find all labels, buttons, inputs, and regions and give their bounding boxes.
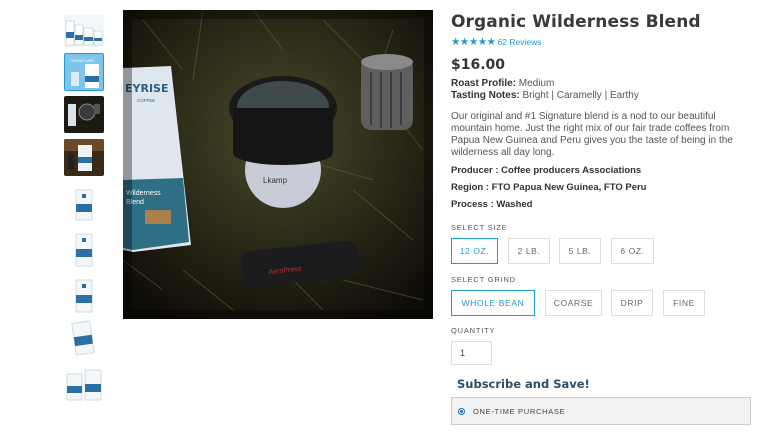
rating-row: ★★★★★ 62 Reviews [451, 36, 756, 48]
one-time-purchase-option[interactable]: ONE-TIME PURCHASE [451, 397, 751, 425]
quantity-label: QUANTITY [451, 326, 496, 335]
thumbnail-8[interactable] [64, 318, 104, 356]
thumbnail-image [64, 186, 104, 222]
product-price: $16.00 [451, 57, 506, 73]
thumbnail-9[interactable] [64, 364, 104, 402]
svg-text:Lkamp: Lkamp [263, 176, 288, 185]
product-details: Organic Wilderness Blend ★★★★★ 62 Review… [451, 10, 756, 425]
roast-profile: Roast Profile: Medium [451, 78, 756, 90]
thumbnail-4[interactable] [64, 139, 104, 176]
thumbnail-image [64, 15, 104, 47]
thumbnail-image [64, 96, 104, 133]
thumbnail-7[interactable] [64, 276, 104, 314]
subscribe-heading: Subscribe and Save! [457, 377, 590, 391]
product-title: Organic Wilderness Blend [451, 12, 701, 32]
tasting-notes-value: Bright | Caramelly | Earthy [519, 90, 639, 101]
reviews-link[interactable]: 62 Reviews [498, 37, 542, 47]
thumbnail-image [64, 276, 104, 314]
grind-option-fine[interactable]: FINE [663, 290, 705, 316]
star-rating-icon: ★★★★★ [451, 36, 496, 48]
thumbnail-image [64, 364, 104, 402]
one-time-purchase-label: ONE-TIME PURCHASE [473, 406, 566, 416]
thumbnail-1[interactable] [64, 15, 104, 47]
roast-profile-label: Roast Profile: [451, 78, 517, 89]
producer-info: Producer : Coffee producers Associations [451, 165, 642, 176]
thumbnail-image [64, 230, 104, 268]
select-grind-label: SELECT GRIND [451, 275, 516, 284]
product-description: Our original and #1 Signature blend is a… [451, 111, 733, 158]
select-size-label: SELECT SIZE [451, 223, 508, 232]
size-option-5lb[interactable]: 5 LB. [559, 238, 601, 264]
svg-text:COFFEE: COFFEE [137, 98, 155, 103]
quantity-input[interactable]: 1 [451, 341, 492, 365]
thumbnail-3[interactable] [64, 96, 104, 133]
grind-option-drip[interactable]: DRIP [611, 290, 653, 316]
region-info: Region : FTO Papua New Guinea, FTO Peru [451, 182, 647, 193]
thumbnail-image [64, 318, 104, 356]
size-options: 12 OZ. 2 LB. 5 LB. 6 OZ. [451, 238, 756, 264]
roast-profile-value: Medium [516, 78, 555, 89]
grind-option-coarse[interactable]: COARSE [545, 290, 602, 316]
grind-option-whole-bean[interactable]: WHOLE BEAN [451, 290, 535, 316]
radio-selected-icon[interactable] [458, 407, 465, 415]
thumbnail-6[interactable] [64, 230, 104, 268]
tasting-notes-label: Tasting Notes: [451, 90, 520, 101]
thumbnail-2[interactable]: SIGNATURE [64, 53, 104, 91]
thumbnail-5[interactable] [64, 186, 104, 222]
thumbnail-image: SIGNATURE [65, 54, 103, 90]
grind-options: WHOLE BEAN COARSE DRIP FINE [451, 290, 756, 316]
svg-text:SIGNATURE: SIGNATURE [71, 58, 94, 63]
main-product-image: EYRISE COFFEE Wilderness Blend Lkamp Aer… [123, 10, 433, 319]
process-info: Process : Washed [451, 199, 533, 210]
size-option-12oz[interactable]: 12 OZ. [451, 238, 498, 264]
size-option-6oz[interactable]: 6 OZ. [611, 238, 654, 264]
thumbnail-image [64, 139, 104, 176]
size-option-2lb[interactable]: 2 LB. [508, 238, 550, 264]
tasting-notes: Tasting Notes: Bright | Caramelly | Eart… [451, 90, 756, 102]
